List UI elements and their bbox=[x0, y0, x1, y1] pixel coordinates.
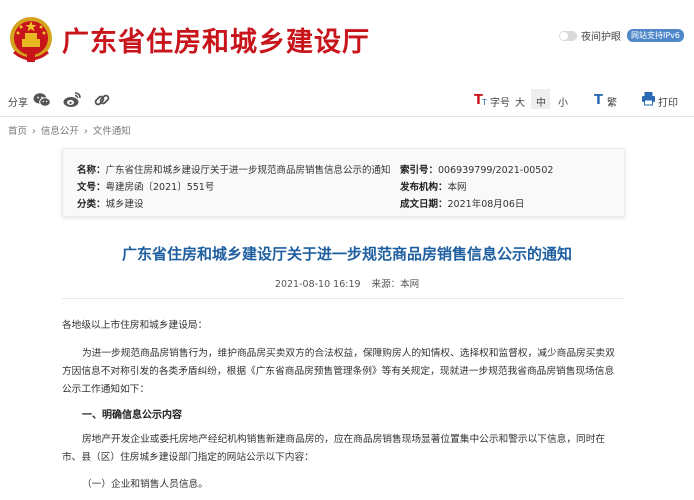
article-paragraph: 市、县（区）住房城乡建设部门指定的网站公示以下内容： bbox=[62, 452, 314, 463]
article-meta: 2021-08-10 16:19 来源：本网 bbox=[0, 276, 694, 290]
breadcrumb-separator: › bbox=[83, 126, 88, 137]
breadcrumb-level1[interactable]: 信息公开 bbox=[41, 126, 79, 137]
page: 广东省住房和城乡建设厅 夜间护眼 网站支持IPv6 分享 T T 字号 大 中 … bbox=[0, 0, 694, 500]
section-heading: 一、明确信息公示内容 bbox=[82, 410, 182, 421]
toolbar-divider bbox=[0, 116, 694, 117]
info-index-key: 索引号： bbox=[400, 165, 439, 176]
info-date: 成文日期：2021年08月06日 bbox=[400, 196, 524, 210]
document-info-box: 名称：广东省住房和城乡建设厅关于进一步规范商品房销售信息公示的通知 文号：粤建房… bbox=[62, 148, 625, 217]
wechat-icon[interactable] bbox=[32, 90, 52, 110]
article-source: 来源：本网 bbox=[371, 279, 420, 290]
article-paragraph: 公示工作通知如下： bbox=[62, 384, 150, 395]
link-icon[interactable] bbox=[92, 90, 112, 110]
national-emblem-icon bbox=[10, 17, 52, 62]
info-issuer-value: 本网 bbox=[447, 182, 467, 193]
breadcrumb: 首页 › 信息公开 › 文件通知 bbox=[8, 123, 133, 137]
info-doc-no-key: 文号： bbox=[77, 182, 106, 193]
info-date-key: 成文日期： bbox=[400, 199, 448, 210]
site-header: 广东省住房和城乡建设厅 夜间护眼 网站支持IPv6 bbox=[0, 0, 694, 80]
info-index-value: 006939799/2021-00502 bbox=[438, 165, 554, 176]
night-mode-toggle[interactable]: 夜间护眼 bbox=[559, 28, 621, 43]
print-button[interactable]: 打印 bbox=[658, 94, 678, 109]
info-name-value: 广东省住房和城乡建设厅关于进一步规范商品房销售信息公示的通知 bbox=[105, 165, 391, 176]
traditional-chinese-button[interactable]: 繁 bbox=[607, 94, 617, 109]
article-list-item: （一）企业和销售人员信息。 bbox=[82, 479, 208, 490]
toggle-switch-icon[interactable] bbox=[559, 30, 577, 41]
info-issuer-key: 发布机构： bbox=[400, 182, 448, 193]
info-name-key: 名称： bbox=[77, 165, 106, 176]
info-name: 名称：广东省住房和城乡建设厅关于进一步规范商品房销售信息公示的通知 bbox=[77, 162, 391, 176]
svg-text:T: T bbox=[481, 98, 487, 107]
share-label: 分享 bbox=[8, 98, 28, 109]
article-paragraph: 房地产开发企业或委托房地产经纪机构销售新建商品房的，应在商品房销售现场显著位置集… bbox=[82, 434, 606, 445]
article-toolbar: 分享 T T 字号 大 中 小 T 繁 打印 bbox=[0, 88, 694, 114]
ipv6-badge: 网站支持IPv6 bbox=[627, 29, 685, 42]
article-date: 2021-08-10 16:19 bbox=[274, 279, 361, 290]
article-paragraph: 为进一步规范商品房销售行为，维护商品房买卖双方的合法权益，保障购房人的知情权、选… bbox=[82, 348, 615, 359]
info-index: 索引号：006939799/2021-00502 bbox=[400, 162, 553, 176]
night-mode-label: 夜间护眼 bbox=[581, 32, 621, 43]
article-salutation: 各地级以上市住房和城乡建设局： bbox=[62, 320, 208, 331]
info-date-value: 2021年08月06日 bbox=[447, 199, 525, 210]
breadcrumb-home[interactable]: 首页 bbox=[8, 126, 27, 137]
info-doc-no-value: 粤建房函〔2021〕551号 bbox=[105, 182, 215, 193]
article-divider bbox=[62, 298, 625, 299]
site-title[interactable]: 广东省住房和城乡建设厅 bbox=[62, 20, 370, 59]
svg-text:T: T bbox=[594, 93, 603, 107]
weibo-icon[interactable] bbox=[62, 90, 82, 110]
font-large-button[interactable]: 大 bbox=[515, 94, 525, 109]
info-category: 分类：城乡建设 bbox=[77, 196, 144, 210]
article-title: 广东省住房和城乡建设厅关于进一步规范商品房销售信息公示的通知 bbox=[121, 245, 572, 263]
info-category-value: 城乡建设 bbox=[105, 199, 144, 210]
print-icon bbox=[642, 92, 655, 106]
traditional-chinese-icon: T bbox=[594, 93, 603, 107]
font-small-button[interactable]: 小 bbox=[558, 94, 568, 109]
font-size-label: 字号 bbox=[490, 98, 510, 109]
breadcrumb-level2[interactable]: 文件通知 bbox=[93, 126, 131, 137]
breadcrumb-separator: › bbox=[32, 126, 36, 137]
article-paragraph: 方因信息不对称引发的各类矛盾纠纷，根据《广东省商品房预售管理条例》等有关规定，现… bbox=[62, 366, 615, 377]
font-size-icon: T T bbox=[474, 93, 487, 107]
info-doc-no: 文号：粤建房函〔2021〕551号 bbox=[77, 179, 214, 193]
font-medium-button[interactable]: 中 bbox=[536, 94, 546, 109]
info-category-key: 分类： bbox=[77, 199, 106, 210]
info-issuer: 发布机构：本网 bbox=[400, 179, 467, 193]
